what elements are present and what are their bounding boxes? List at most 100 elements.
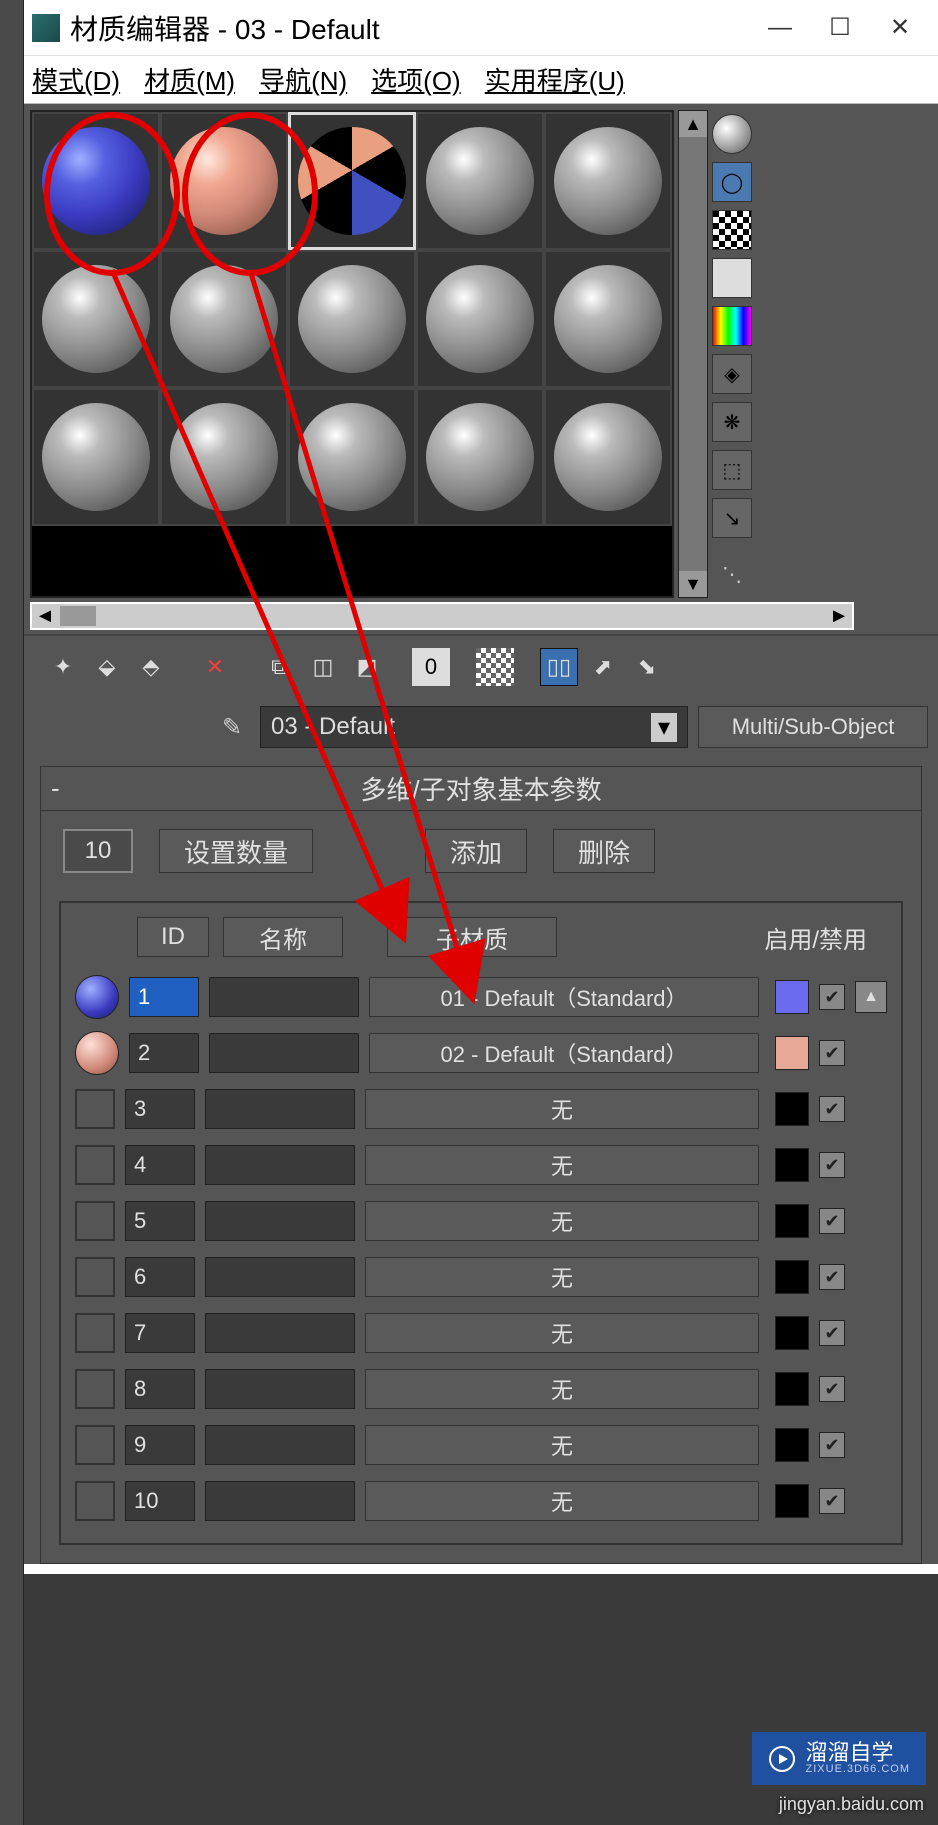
- row-color-swatch[interactable]: [775, 1484, 809, 1518]
- put-to-scene-icon[interactable]: ⬙: [88, 648, 126, 686]
- material-name-dropdown[interactable]: 03 - Default ▾: [260, 706, 688, 748]
- make-copy-icon[interactable]: ⧉: [260, 648, 298, 686]
- delete-button[interactable]: 删除: [553, 829, 655, 873]
- sample-slot-11[interactable]: [32, 388, 160, 526]
- set-count-button[interactable]: 设置数量: [159, 829, 313, 873]
- scroll-track[interactable]: [679, 137, 707, 571]
- row-enable-checkbox[interactable]: ✔: [819, 1432, 845, 1458]
- row-name-field[interactable]: [205, 1257, 355, 1297]
- row-swatch-icon[interactable]: [75, 1031, 119, 1075]
- row-id-field[interactable]: 1: [129, 977, 199, 1017]
- row-id-field[interactable]: 5: [125, 1201, 195, 1241]
- sample-slot-4[interactable]: [416, 112, 544, 250]
- show-in-viewport-icon[interactable]: [476, 648, 514, 686]
- row-swatch-icon[interactable]: [75, 975, 119, 1019]
- scroll-down-icon[interactable]: ▼: [679, 571, 707, 597]
- row-swatch-icon[interactable]: [75, 1425, 115, 1465]
- row-id-field[interactable]: 8: [125, 1369, 195, 1409]
- row-submaterial-button[interactable]: 无: [365, 1257, 759, 1297]
- row-name-field[interactable]: [205, 1089, 355, 1129]
- row-name-field[interactable]: [205, 1201, 355, 1241]
- menu-navigate[interactable]: 导航(N): [259, 61, 347, 98]
- sample-slot-8[interactable]: [288, 250, 416, 388]
- rollout-header[interactable]: - 多维/子对象基本参数: [41, 767, 921, 811]
- go-to-parent-icon[interactable]: ⬈: [584, 648, 622, 686]
- row-swatch-icon[interactable]: [75, 1201, 115, 1241]
- sample-slot-7[interactable]: [160, 250, 288, 388]
- row-enable-checkbox[interactable]: ✔: [819, 1376, 845, 1402]
- eyedropper-icon[interactable]: ✎: [214, 709, 250, 745]
- row-submaterial-button[interactable]: 无: [365, 1481, 759, 1521]
- row-swatch-icon[interactable]: [75, 1481, 115, 1521]
- sample-slot-5[interactable]: [544, 112, 672, 250]
- row-id-field[interactable]: 7: [125, 1313, 195, 1353]
- row-name-field[interactable]: [209, 1033, 359, 1073]
- material-id-icon[interactable]: 0: [412, 648, 450, 686]
- reset-map-icon[interactable]: ✕: [196, 648, 234, 686]
- background-icon[interactable]: [712, 210, 752, 250]
- row-id-field[interactable]: 10: [125, 1481, 195, 1521]
- row-enable-checkbox[interactable]: ✔: [819, 1152, 845, 1178]
- sample-hscroll[interactable]: ◄ ►: [30, 602, 854, 630]
- row-name-field[interactable]: [205, 1369, 355, 1409]
- row-submaterial-button[interactable]: 02 - Default（Standard）: [369, 1033, 759, 1073]
- sample-slot-9[interactable]: [416, 250, 544, 388]
- row-color-swatch[interactable]: [775, 1260, 809, 1294]
- close-button[interactable]: ✕: [870, 8, 930, 48]
- make-preview-icon[interactable]: ◈: [712, 354, 752, 394]
- sample-uv-icon[interactable]: [712, 258, 752, 298]
- row-swatch-icon[interactable]: [75, 1369, 115, 1409]
- make-unique-icon[interactable]: ◫: [304, 648, 342, 686]
- scroll-left-icon[interactable]: ◄: [32, 605, 58, 628]
- row-color-swatch[interactable]: [775, 1092, 809, 1126]
- get-material-icon[interactable]: ✦: [44, 648, 82, 686]
- row-swatch-icon[interactable]: [75, 1145, 115, 1185]
- row-swatch-icon[interactable]: [75, 1313, 115, 1353]
- row-submaterial-button[interactable]: 01 - Default（Standard）: [369, 977, 759, 1017]
- row-submaterial-button[interactable]: 无: [365, 1425, 759, 1465]
- scroll-thumb[interactable]: [60, 606, 96, 626]
- row-enable-checkbox[interactable]: ✔: [819, 1488, 845, 1514]
- header-id-button[interactable]: ID: [137, 917, 209, 957]
- row-color-swatch[interactable]: [775, 980, 809, 1014]
- row-color-swatch[interactable]: [775, 1428, 809, 1462]
- options-icon[interactable]: ❋: [712, 402, 752, 442]
- sample-slot-12[interactable]: [160, 388, 288, 526]
- go-forward-icon[interactable]: ⬊: [628, 648, 666, 686]
- row-color-swatch[interactable]: [775, 1372, 809, 1406]
- row-enable-checkbox[interactable]: ✔: [819, 1208, 845, 1234]
- row-color-swatch[interactable]: [775, 1036, 809, 1070]
- row-id-field[interactable]: 9: [125, 1425, 195, 1465]
- row-id-field[interactable]: 3: [125, 1089, 195, 1129]
- row-submaterial-button[interactable]: 无: [365, 1369, 759, 1409]
- side-more-icon[interactable]: ⋱: [712, 554, 752, 594]
- scroll-up-icon[interactable]: ▲: [679, 111, 707, 137]
- row-name-field[interactable]: [205, 1313, 355, 1353]
- row-name-field[interactable]: [209, 977, 359, 1017]
- sample-slot-2[interactable]: [160, 112, 288, 250]
- row-color-swatch[interactable]: [775, 1316, 809, 1350]
- row-enable-checkbox[interactable]: ✔: [819, 1320, 845, 1346]
- show-end-result-icon[interactable]: ▯▯: [540, 648, 578, 686]
- minimize-button[interactable]: —: [750, 8, 810, 48]
- maximize-button[interactable]: ☐: [810, 8, 870, 48]
- row-name-field[interactable]: [205, 1425, 355, 1465]
- row-color-swatch[interactable]: [775, 1204, 809, 1238]
- sample-slot-14[interactable]: [416, 388, 544, 526]
- menu-utilities[interactable]: 实用程序(U): [485, 61, 625, 98]
- row-swatch-icon[interactable]: [75, 1257, 115, 1297]
- row-color-swatch[interactable]: [775, 1148, 809, 1182]
- sample-slot-13[interactable]: [288, 388, 416, 526]
- sample-slot-3[interactable]: [288, 112, 416, 250]
- sample-slot-10[interactable]: [544, 250, 672, 388]
- row-enable-checkbox[interactable]: ✔: [819, 1040, 845, 1066]
- video-color-icon[interactable]: [712, 306, 752, 346]
- row-submaterial-button[interactable]: 无: [365, 1145, 759, 1185]
- material-map-nav-icon[interactable]: ↘: [712, 498, 752, 538]
- row-enable-checkbox[interactable]: ✔: [819, 1264, 845, 1290]
- backlight-icon[interactable]: ◯: [712, 162, 752, 202]
- row-id-field[interactable]: 6: [125, 1257, 195, 1297]
- row-id-field[interactable]: 4: [125, 1145, 195, 1185]
- row-name-field[interactable]: [205, 1145, 355, 1185]
- material-type-button[interactable]: Multi/Sub-Object: [698, 706, 928, 748]
